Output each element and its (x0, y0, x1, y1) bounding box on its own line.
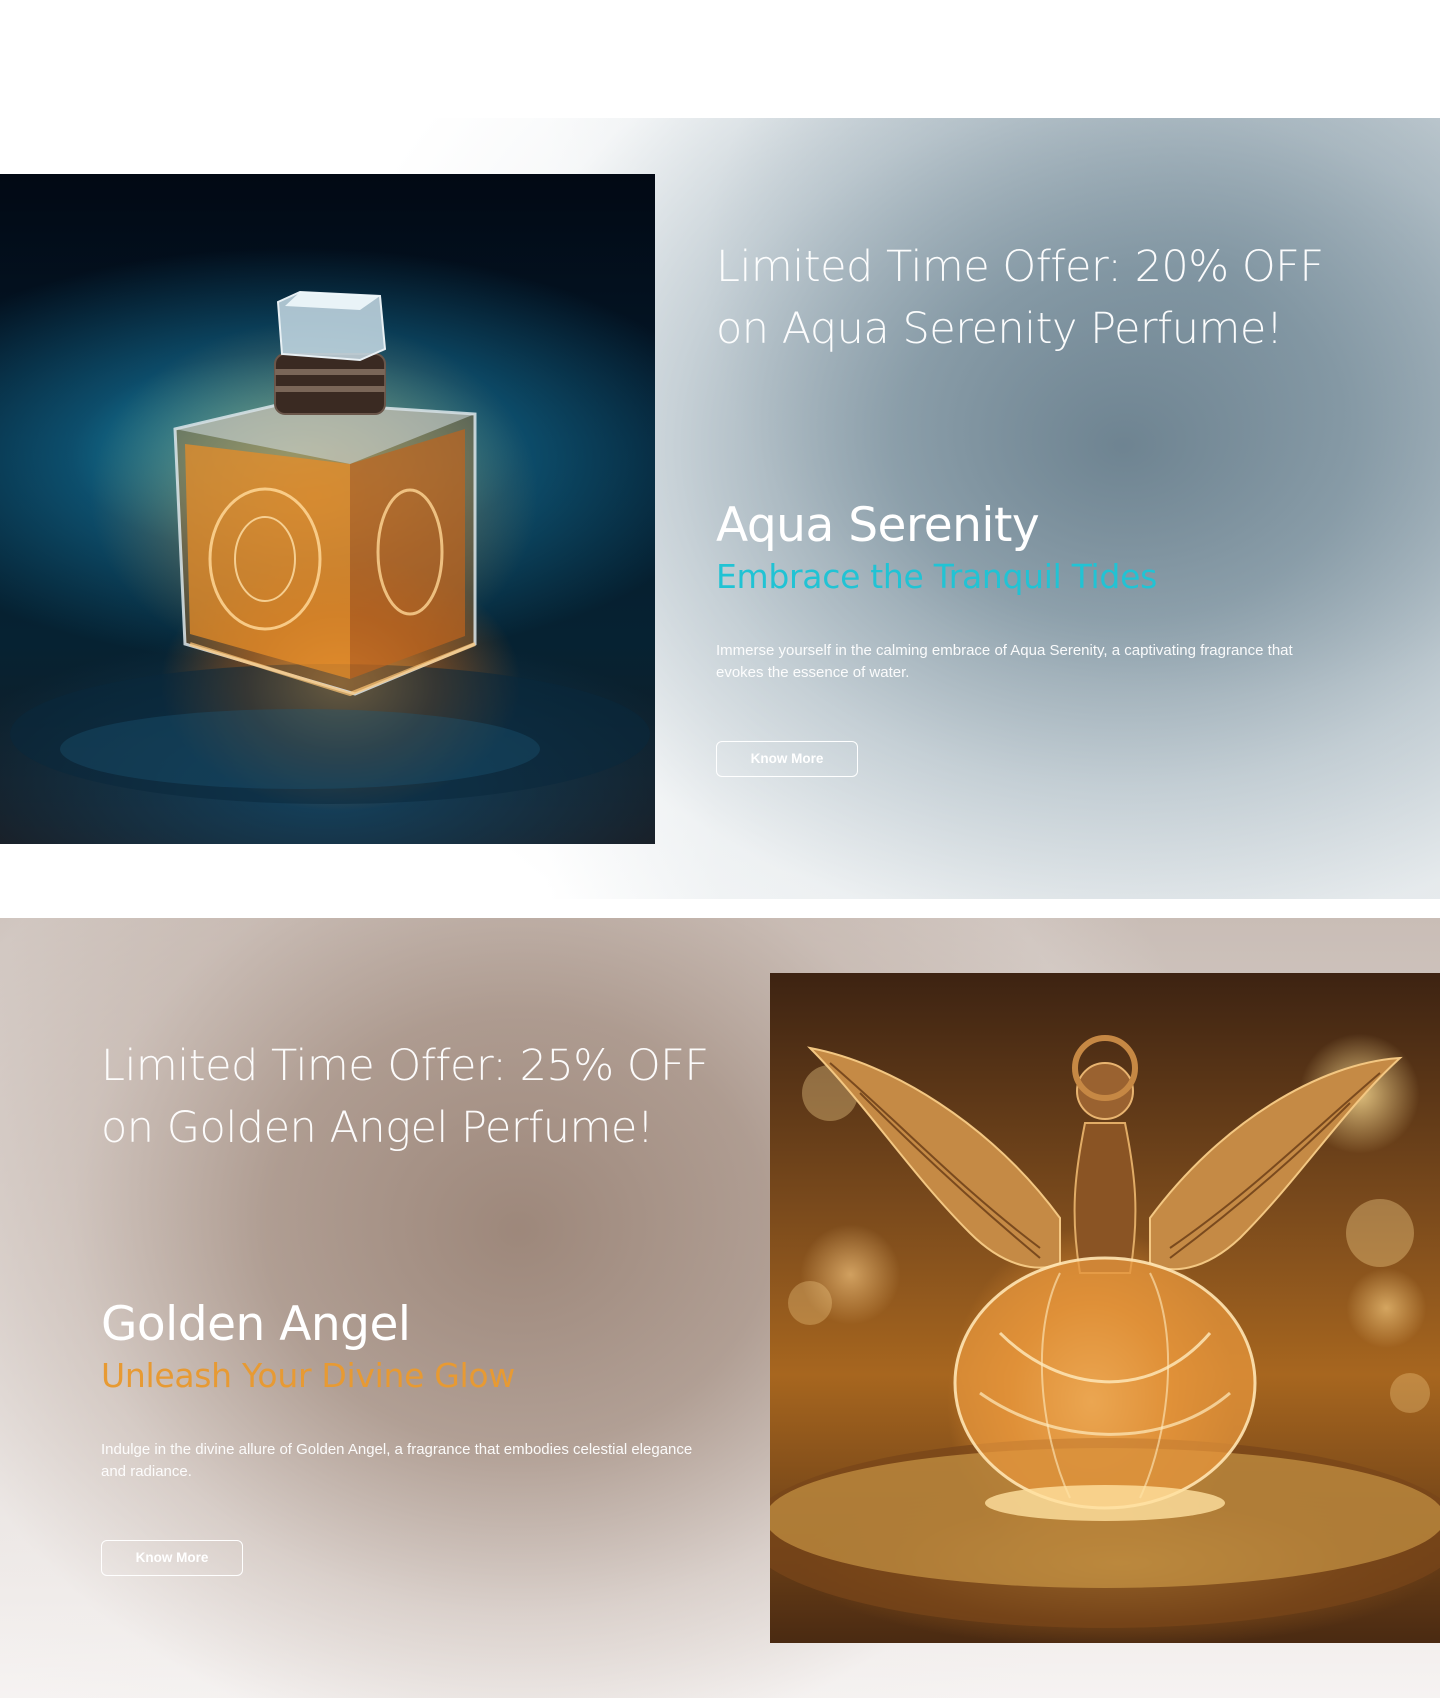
angel-bottle-illustration (770, 1035, 1440, 1628)
product-tagline: Unleash Your Divine Glow (101, 1356, 516, 1395)
aqua-serenity-content: Limited Time Offer: 20% OFF on Aqua Sere… (716, 236, 1356, 777)
offer-heading: Limited Time Offer: 20% OFF on Aqua Sere… (716, 236, 1356, 360)
product-tagline: Embrace the Tranquil Tides (716, 557, 1157, 596)
offer-heading-line-2: on Golden Angel Perfume! (101, 1103, 654, 1153)
golden-angel-product-image (770, 973, 1440, 1643)
aqua-serenity-product-image (0, 174, 655, 844)
perfume-bottle-illustration (10, 290, 650, 804)
product-description: Indulge in the divine allure of Golden A… (101, 1441, 693, 1480)
know-more-button[interactable]: Know More (716, 741, 858, 777)
product-name: Golden Angel (101, 1297, 411, 1352)
offer-heading-line-1: Limited Time Offer: 25% OFF (101, 1041, 709, 1091)
offer-heading: Limited Time Offer: 25% OFF on Golden An… (101, 1035, 741, 1159)
offer-heading-line-1: Limited Time Offer: 20% OFF (716, 242, 1324, 292)
know-more-button[interactable]: Know More (101, 1540, 243, 1576)
offer-heading-line-2: on Aqua Serenity Perfume! (716, 304, 1283, 354)
perfume-promo-page: Limited Time Offer: 20% OFF on Aqua Sere… (0, 0, 1440, 1698)
product-description: Immerse yourself in the calming embrace … (716, 642, 1293, 681)
product-name: Aqua Serenity (716, 498, 1040, 553)
golden-angel-content: Limited Time Offer: 25% OFF on Golden An… (101, 1035, 741, 1576)
